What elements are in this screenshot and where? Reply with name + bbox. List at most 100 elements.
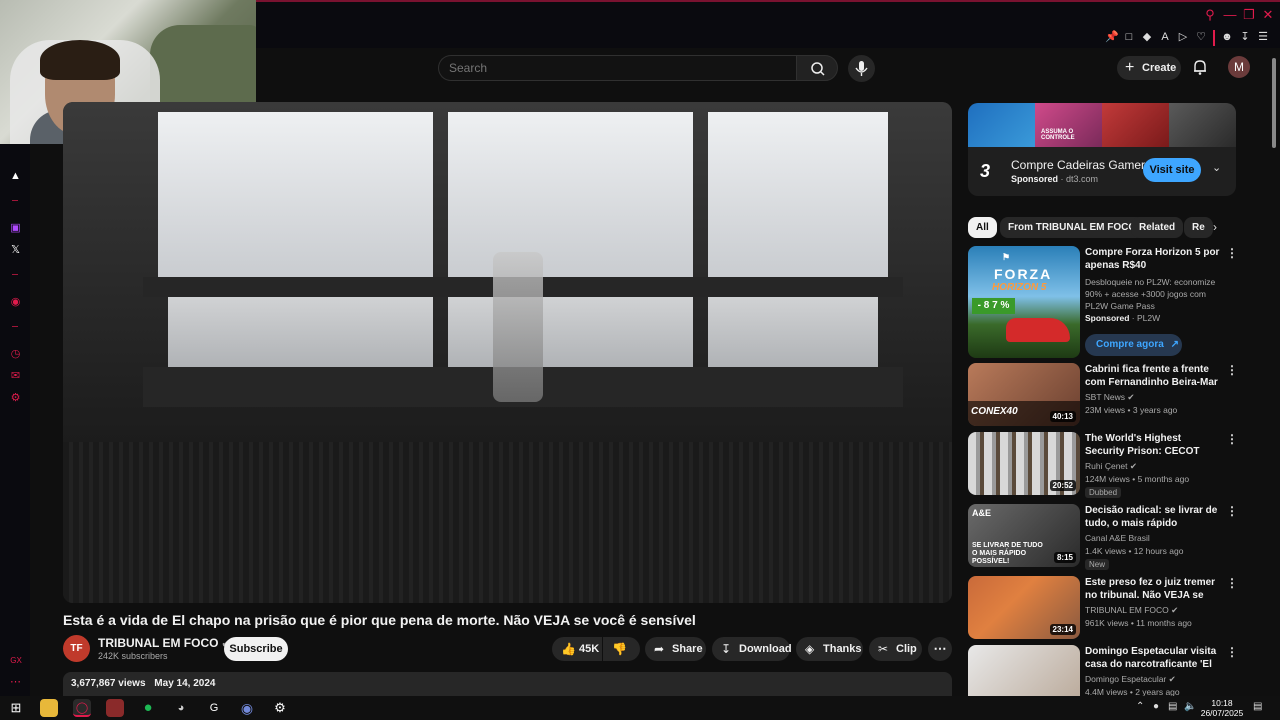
chip-from-channel[interactable]: From TRIBUNAL EM FOCO <box>1000 217 1145 238</box>
more-options-icon[interactable]: ⋮ <box>1226 432 1238 446</box>
restore-icon[interactable]: ❐ <box>1242 8 1256 22</box>
system-clock[interactable]: 10:18 26/07/2025 <box>1200 698 1244 718</box>
more-icon[interactable]: ⋯ <box>9 676 22 689</box>
rec-channel[interactable]: Canal A&E Brasil <box>1085 532 1225 544</box>
list-item[interactable]: CONEX40 40:13 Cabrini fica frente a fren… <box>968 363 1238 426</box>
notifications-bell-icon[interactable] <box>1192 59 1208 75</box>
menu-icon[interactable]: ☰ <box>1257 31 1269 43</box>
more-options-icon[interactable]: ⋮ <box>1226 363 1238 377</box>
pin-icon[interactable]: 📌 <box>1105 31 1119 43</box>
chevron-right-icon[interactable]: › <box>1213 220 1217 234</box>
chevron-up-icon[interactable]: ⌃ <box>1136 701 1144 712</box>
account-icon[interactable]: ☻ <box>1221 31 1233 43</box>
download-icon[interactable]: ↧ <box>1239 31 1251 43</box>
rec-channel[interactable]: TRIBUNAL EM FOCO ✔ <box>1085 604 1225 616</box>
description-box[interactable]: 3,677,867 views May 14, 2024 <box>63 672 952 696</box>
more-options-icon[interactable]: ⋮ <box>1226 645 1236 659</box>
heart-icon[interactable]: ♡ <box>1195 31 1207 43</box>
list-item[interactable]: 23:14 Este preso fez o juiz tremer no tr… <box>968 576 1238 639</box>
microphone-icon[interactable]: ● <box>1153 701 1159 712</box>
play-icon[interactable]: ▷ <box>1177 31 1189 43</box>
rec-channel[interactable]: SBT News ✔ <box>1085 391 1225 403</box>
search-icon[interactable]: ⚲ <box>1203 8 1217 22</box>
more-actions-button[interactable]: ⋯ <box>928 637 952 661</box>
channel-name[interactable]: TRIBUNAL EM FOCO ✔ <box>98 636 230 650</box>
dislike-button[interactable]: 👎 <box>603 637 640 661</box>
video-thumbnail[interactable]: CONEX40 40:13 <box>968 363 1080 426</box>
close-icon[interactable]: ✕ <box>1261 8 1275 22</box>
discord-icon[interactable]: ◉ <box>238 699 256 717</box>
download-icon: ↧ <box>721 642 732 656</box>
like-button[interactable]: 👍 45K <box>552 637 602 661</box>
rec-channel[interactable]: Domingo Espetacular ✔ <box>1085 673 1225 685</box>
scrollbar-thumb[interactable] <box>1272 58 1276 148</box>
subscribe-button[interactable]: Subscribe <box>224 637 288 661</box>
list-item[interactable]: 20:52 The World's Highest Security Priso… <box>968 432 1238 498</box>
share-button[interactable]: ➦ Share <box>645 637 706 661</box>
x-icon[interactable]: 𝕏 <box>9 244 22 257</box>
chat-icon[interactable]: ✉ <box>9 370 22 383</box>
chip-recent[interactable]: Re <box>1184 217 1213 238</box>
visit-site-button[interactable]: Visit site <box>1143 158 1201 182</box>
rec-title[interactable]: Decisão radical: se livrar de tudo, o ma… <box>1085 504 1221 530</box>
thumb-brand: FORZA <box>994 266 1053 282</box>
search-input[interactable] <box>449 61 749 75</box>
more-options-icon[interactable]: ⋮ <box>1226 576 1238 590</box>
thanks-label: Thanks <box>823 643 862 655</box>
epic-app-icon[interactable]: G <box>205 699 223 717</box>
video-thumbnail[interactable] <box>968 645 1080 696</box>
video-thumbnail[interactable]: 20:52 <box>968 432 1080 495</box>
video-thumbnail[interactable]: A&E SE LIVRAR DE TUDO O MAIS RÁPIDO POSS… <box>968 504 1080 567</box>
rec-title[interactable]: Este preso fez o juiz tremer no tribunal… <box>1085 576 1221 602</box>
video-window-pane <box>448 112 693 277</box>
buy-now-button[interactable]: Compre agora ↗ <box>1085 334 1182 356</box>
volume-icon[interactable]: 🔈 <box>1184 701 1196 712</box>
minimize-icon[interactable]: — <box>1223 8 1237 22</box>
clip-button[interactable]: ✂ Clip <box>869 637 922 661</box>
sponsored-ad-card[interactable]: ASSUMA O CONTROLE 3 Compre Cadeiras Game… <box>968 103 1236 196</box>
video-thumbnail[interactable]: ⚑ FORZA HORIZON 5 - 8 7 % <box>968 246 1080 358</box>
clock-icon[interactable]: ◷ <box>9 348 22 361</box>
search-button[interactable] <box>796 55 838 81</box>
rec-channel[interactable]: Ruhi Çenet ✔ <box>1085 460 1225 472</box>
thanks-button[interactable]: ◈ Thanks <box>796 637 863 661</box>
video-thumbnail[interactable]: 23:14 <box>968 576 1080 639</box>
more-options-icon[interactable]: ⋮ <box>1226 246 1238 260</box>
spotify-icon[interactable]: ● <box>139 699 157 717</box>
shield-icon[interactable]: ◆ <box>1141 31 1153 43</box>
chip-all[interactable]: All <box>968 217 997 238</box>
rec-title[interactable]: Domingo Espetacular visita casa do narco… <box>1085 645 1221 671</box>
chevron-down-icon[interactable]: ⌄ <box>1212 161 1221 174</box>
twitch-icon[interactable]: ▣ <box>9 222 22 235</box>
channel-avatar[interactable]: TF <box>63 635 90 662</box>
page-scrollbar[interactable] <box>1270 58 1278 698</box>
download-button[interactable]: ↧ Download <box>712 637 792 661</box>
settings-gear-icon[interactable]: ⚙ <box>271 699 289 717</box>
network-icon[interactable]: ▤ <box>1168 701 1177 712</box>
account-avatar[interactable]: M <box>1228 56 1250 78</box>
search-box[interactable] <box>438 55 796 81</box>
download-label: Download <box>739 643 792 655</box>
voice-search-button[interactable] <box>848 55 875 82</box>
chip-related[interactable]: Related <box>1131 217 1184 238</box>
altcha-icon[interactable]: ▲ <box>9 170 22 183</box>
settings-icon[interactable]: ⚙ <box>9 392 22 405</box>
more-options-icon[interactable]: ⋮ <box>1226 504 1238 518</box>
list-item[interactable]: A&E SE LIVRAR DE TUDO O MAIS RÁPIDO POSS… <box>968 504 1238 570</box>
create-button[interactable]: + Create <box>1117 56 1181 80</box>
list-item[interactable]: Domingo Espetacular visita casa do narco… <box>968 645 1236 696</box>
windows-start-icon[interactable]: ⊞ <box>7 699 25 717</box>
rec-title[interactable]: Cabrini fica frente a frente com Fernand… <box>1085 363 1221 389</box>
record-icon[interactable]: ◉ <box>9 296 22 309</box>
steam-icon[interactable]: ◕ <box>172 699 190 717</box>
translate-icon[interactable]: A <box>1159 31 1171 43</box>
file-explorer-icon[interactable] <box>40 699 58 717</box>
video-player[interactable] <box>63 102 952 603</box>
screenshot-icon[interactable]: □ <box>1123 31 1135 43</box>
game-app-icon[interactable] <box>106 699 124 717</box>
opera-gx-icon[interactable]: ◯ <box>73 699 91 717</box>
rec-title[interactable]: Compre Forza Horizon 5 por apenas R$40 <box>1085 246 1221 272</box>
rec-title[interactable]: The World's Highest Security Prison: CEC… <box>1085 432 1221 458</box>
notifications-icon[interactable]: ▤ <box>1253 701 1262 712</box>
list-item[interactable]: ⚑ FORZA HORIZON 5 - 8 7 % Compre Forza H… <box>968 246 1238 358</box>
